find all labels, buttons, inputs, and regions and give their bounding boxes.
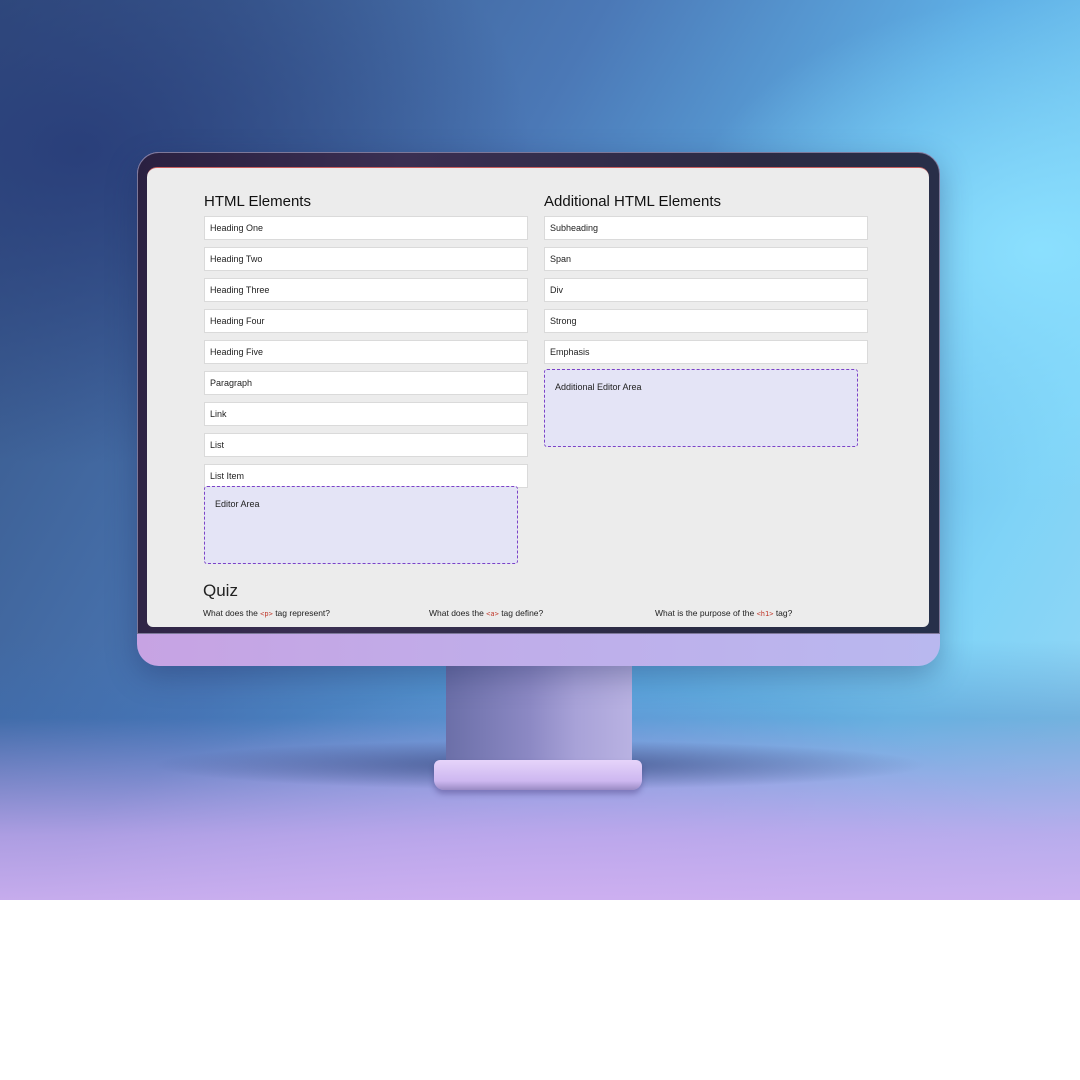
quiz-question-tag: <p>	[260, 610, 273, 618]
monitor-screen: HTML Elements Heading One Heading Two He…	[147, 167, 929, 627]
element-item-list[interactable]: List	[204, 433, 528, 457]
html-elements-title: HTML Elements	[204, 193, 311, 210]
quiz-question-tag: <h1>	[756, 610, 774, 618]
monitor-stand-neck	[446, 662, 632, 772]
additional-editor-area-dropzone[interactable]: Additional Editor Area	[544, 369, 858, 447]
quiz-question: What is the purpose of the <h1> tag?	[655, 608, 792, 618]
additional-elements-panel: Additional HTML Elements Subheading Span…	[544, 168, 868, 371]
quiz-question-text: tag represent?	[272, 608, 331, 618]
html-elements-list: Heading One Heading Two Heading Three He…	[204, 216, 528, 488]
element-item-heading-two[interactable]: Heading Two	[204, 247, 528, 271]
element-item-heading-three[interactable]: Heading Three	[204, 278, 528, 302]
element-item-subheading[interactable]: Subheading	[544, 216, 868, 240]
additional-editor-area-label: Additional Editor Area	[555, 382, 642, 392]
quiz-question-text: What does the	[203, 608, 261, 618]
quiz-question-text: tag define?	[498, 608, 544, 618]
quiz-question-text: What is the purpose of the	[655, 608, 757, 618]
element-item-link[interactable]: Link	[204, 402, 528, 426]
editor-area-label: Editor Area	[215, 499, 260, 509]
element-item-paragraph[interactable]: Paragraph	[204, 371, 528, 395]
element-item-span[interactable]: Span	[544, 247, 868, 271]
monitor-stand-base	[434, 760, 642, 790]
element-item-emphasis[interactable]: Emphasis	[544, 340, 868, 364]
html-elements-panel: HTML Elements Heading One Heading Two He…	[204, 168, 528, 495]
quiz-title: Quiz	[203, 581, 238, 600]
quiz-question-text: tag?	[773, 608, 793, 618]
quiz-question-text: What does the	[429, 608, 487, 618]
quiz-question: What does the <a> tag define?	[429, 608, 543, 618]
quiz-question: What does the <p> tag represent?	[203, 608, 330, 618]
element-item-strong[interactable]: Strong	[544, 309, 868, 333]
editor-area-dropzone[interactable]: Editor Area	[204, 486, 518, 564]
element-item-heading-four[interactable]: Heading Four	[204, 309, 528, 333]
quiz-question-tag: <a>	[486, 610, 499, 618]
element-item-heading-one[interactable]: Heading One	[204, 216, 528, 240]
element-item-div[interactable]: Div	[544, 278, 868, 302]
element-item-list-item[interactable]: List Item	[204, 464, 528, 488]
additional-elements-title: Additional HTML Elements	[544, 193, 722, 210]
additional-elements-list: Subheading Span Div Strong Emphasis	[544, 216, 868, 364]
element-item-heading-five[interactable]: Heading Five	[204, 340, 528, 364]
